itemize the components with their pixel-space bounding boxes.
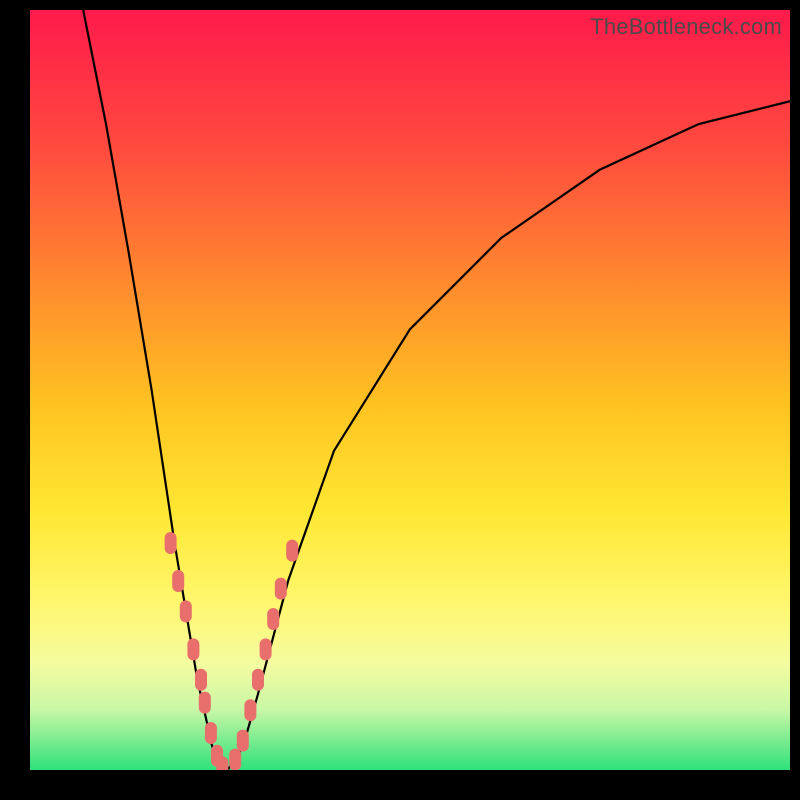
curve-bead xyxy=(286,540,298,562)
curve-bead xyxy=(195,669,207,691)
chart-frame: TheBottleneck.com xyxy=(0,0,800,800)
curve-bead xyxy=(216,756,228,770)
curve-bead xyxy=(229,749,241,770)
curve-bead xyxy=(205,722,217,744)
plot-area: TheBottleneck.com xyxy=(30,10,790,770)
curve-bead xyxy=(260,638,272,660)
curve-svg xyxy=(30,10,790,770)
beads-left-group xyxy=(165,532,229,770)
curve-bead xyxy=(267,608,279,630)
curve-bead xyxy=(237,730,249,752)
curve-bead xyxy=(275,578,287,600)
curve-bead xyxy=(252,669,264,691)
beads-right-group xyxy=(229,540,298,770)
curve-bead xyxy=(172,570,184,592)
curve-bead xyxy=(187,638,199,660)
curve-bead xyxy=(180,600,192,622)
curve-bead xyxy=(244,699,256,721)
curve-bead xyxy=(165,532,177,554)
curve-bead xyxy=(199,692,211,714)
